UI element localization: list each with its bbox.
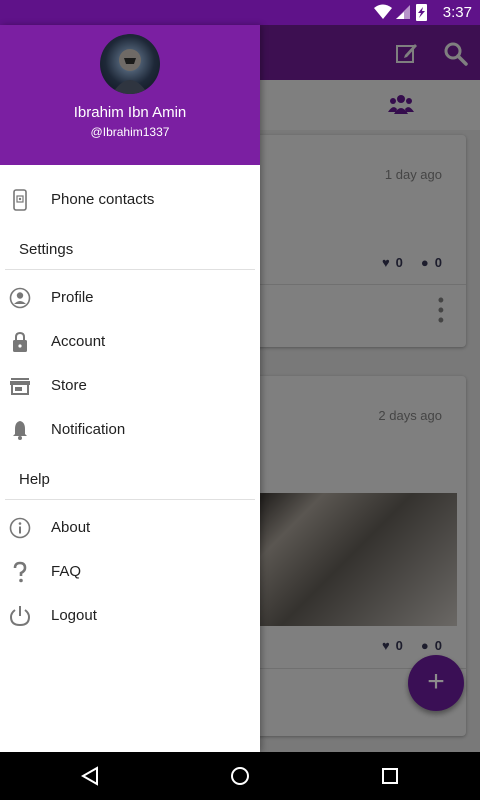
- menu-item-account[interactable]: Account: [0, 320, 260, 364]
- bell-icon: [13, 421, 27, 440]
- lock-icon: [13, 331, 27, 352]
- store-icon: [10, 378, 30, 395]
- menu-item-store[interactable]: Store: [0, 364, 260, 408]
- settings-section-header: Settings: [19, 241, 74, 258]
- help-section-header: Help: [19, 471, 50, 488]
- status-time: 3:37: [442, 4, 472, 21]
- power-icon: [9, 606, 31, 627]
- navigation-drawer: Ibrahim Ibn Amin @Ibrahim1337 Phone cont…: [0, 25, 260, 752]
- recents-icon[interactable]: [378, 764, 402, 788]
- back-icon[interactable]: [78, 764, 102, 788]
- menu-item-label: Phone contacts: [51, 191, 155, 208]
- status-bar: 3:37: [0, 0, 480, 25]
- menu-item-label: Notification: [51, 421, 126, 438]
- home-icon[interactable]: [228, 764, 252, 788]
- avatar-image: [112, 49, 148, 94]
- person-icon: [9, 287, 31, 309]
- add-post-button[interactable]: +: [408, 655, 464, 711]
- menu-item-label: Account: [51, 333, 106, 350]
- info-icon: [9, 517, 31, 539]
- avatar[interactable]: [100, 34, 160, 94]
- menu-item-about[interactable]: About: [0, 506, 260, 550]
- menu-item-label: Logout: [51, 607, 97, 624]
- menu-item-label: Profile: [51, 289, 94, 306]
- menu-item-label: About: [51, 519, 91, 536]
- menu-item-logout[interactable]: Logout: [0, 594, 260, 638]
- menu-item-profile[interactable]: Profile: [0, 276, 260, 320]
- menu-item-phone-contacts[interactable]: Phone contacts: [0, 178, 260, 222]
- system-nav-bar: [0, 752, 480, 800]
- phone-contacts-icon: [13, 189, 27, 211]
- wifi-icon: [374, 4, 392, 19]
- menu-item-label: FAQ: [51, 563, 82, 580]
- menu-item-label: Store: [51, 377, 87, 394]
- user-name: Ibrahim Ibn Amin: [73, 104, 187, 121]
- section-divider: [5, 499, 255, 500]
- user-handle: @Ibrahim1337: [90, 125, 170, 139]
- menu-item-faq[interactable]: FAQ: [0, 550, 260, 594]
- section-divider: [5, 269, 255, 270]
- drawer-header: Ibrahim Ibn Amin @Ibrahim1337: [0, 25, 260, 165]
- question-icon: [13, 561, 27, 583]
- status-icons: [374, 4, 427, 21]
- menu-item-notification[interactable]: Notification: [0, 408, 260, 452]
